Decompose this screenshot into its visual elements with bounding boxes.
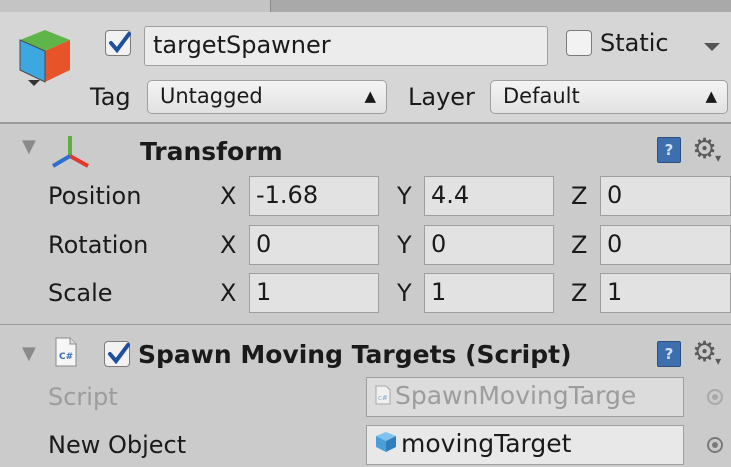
rotation-y-input[interactable]: 0: [424, 225, 554, 265]
new-object-value: movingTarget: [401, 429, 572, 458]
tag-dropdown[interactable]: Untagged ▲: [147, 80, 387, 114]
axis-label-z[interactable]: Z: [571, 180, 587, 212]
row-label-scale: Scale: [48, 279, 113, 307]
scale-y-input[interactable]: 1: [424, 273, 554, 313]
static-checkbox[interactable]: [566, 30, 592, 56]
scale-x-input[interactable]: 1: [249, 273, 379, 313]
svg-text:C#: C#: [59, 352, 73, 362]
csharp-script-icon: c#: [375, 379, 391, 415]
csharp-script-icon: C#: [54, 337, 78, 371]
script-object-field: c# SpawnMovingTarge: [366, 377, 684, 417]
transform-title: Transform: [140, 137, 283, 166]
prefab-cube-icon: [375, 427, 397, 463]
tag-label: Tag: [90, 83, 131, 111]
axis-label-y[interactable]: Y: [397, 180, 412, 212]
axis-label-y[interactable]: Y: [397, 229, 412, 261]
layer-value: Default: [503, 84, 580, 108]
position-z-input[interactable]: 0: [600, 176, 731, 216]
object-picker-icon[interactable]: [707, 437, 723, 453]
position-y-input[interactable]: 4.4: [424, 176, 554, 216]
script-field-value: SpawnMovingTarge: [395, 381, 637, 410]
new-object-label: New Object: [48, 431, 187, 459]
rotation-x-input[interactable]: 0: [249, 225, 379, 265]
object-picker-icon: [707, 389, 723, 405]
tag-value: Untagged: [160, 84, 263, 108]
script-field-label: Script: [48, 383, 118, 411]
inspector-tab[interactable]: [0, 0, 271, 12]
axis-label-z[interactable]: Z: [571, 277, 587, 309]
static-label: Static: [600, 29, 669, 57]
scale-z-input[interactable]: 1: [600, 273, 731, 313]
script-enabled-checkbox[interactable]: [104, 341, 130, 367]
axis-label-x[interactable]: X: [220, 180, 236, 212]
new-object-field[interactable]: movingTarget: [366, 425, 684, 465]
axis-label-x[interactable]: X: [220, 277, 236, 309]
transform-axes-icon: [50, 134, 90, 172]
rotation-z-input[interactable]: 0: [600, 225, 731, 265]
updown-arrow-icon: ▲: [705, 87, 717, 105]
gameobject-header: targetSpawner Static Tag Untagged ▲ Laye…: [0, 12, 731, 123]
updown-arrow-icon: ▲: [364, 87, 376, 105]
object-name-input[interactable]: targetSpawner: [144, 26, 548, 66]
row-label-position: Position: [48, 182, 142, 210]
axis-label-z[interactable]: Z: [571, 229, 587, 261]
gameobject-cube-icon: [16, 26, 74, 88]
row-label-rotation: Rotation: [48, 231, 149, 259]
active-checkbox[interactable]: [105, 30, 131, 56]
transform-component: ▼ Transform ? ⚙▾ Position X -1.68 Y 4.4 …: [0, 123, 731, 324]
foldout-arrow-icon[interactable]: ▼: [22, 343, 36, 364]
static-dropdown-arrow-icon[interactable]: [703, 38, 721, 57]
gear-icon[interactable]: ⚙▾: [692, 338, 723, 371]
layer-label: Layer: [408, 83, 475, 111]
axis-label-x[interactable]: X: [220, 229, 236, 261]
script-component-title: Spawn Moving Targets (Script): [138, 340, 572, 369]
help-book-icon[interactable]: ?: [657, 341, 681, 367]
help-book-icon[interactable]: ?: [657, 137, 681, 163]
svg-text:c#: c#: [378, 394, 388, 402]
script-component: ▼ C# Spawn Moving Targets (Script) ? ⚙▾ …: [0, 324, 731, 467]
gear-icon[interactable]: ⚙▾: [692, 135, 723, 168]
axis-label-y[interactable]: Y: [397, 277, 412, 309]
window-tab-bar: [0, 0, 731, 12]
foldout-arrow-icon[interactable]: ▼: [22, 136, 36, 157]
layer-dropdown[interactable]: Default ▲: [490, 80, 728, 114]
position-x-input[interactable]: -1.68: [249, 176, 379, 216]
